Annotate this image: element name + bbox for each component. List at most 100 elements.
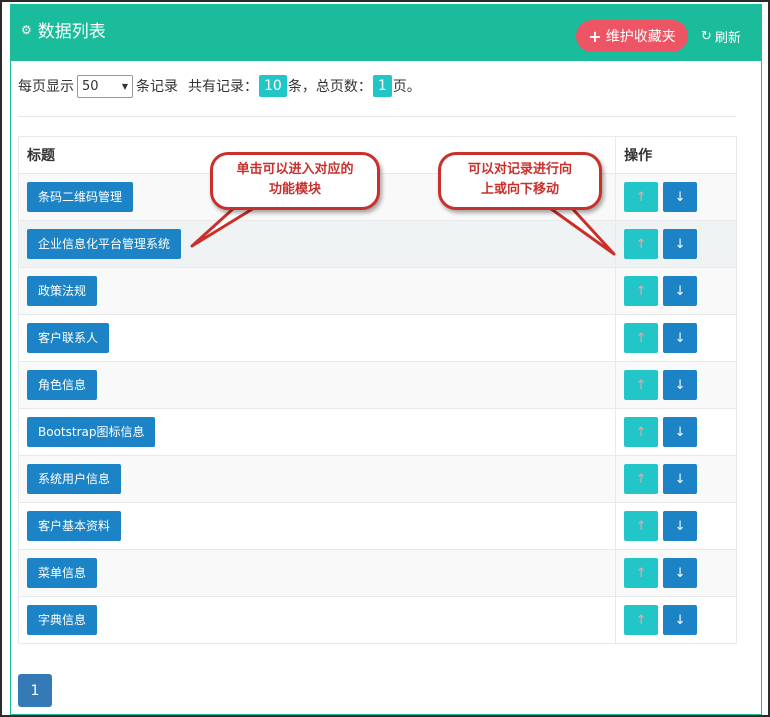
row-title-button[interactable]: 字典信息 [27,605,98,635]
arrow-down-icon: ↓ [674,283,686,299]
row-actions-cell: ↑ ↓ [615,314,737,362]
callout-left-line1: 单击可以进入对应的 [236,162,354,177]
move-down-button[interactable]: ↓ [663,276,698,306]
move-up-button[interactable]: ↑ [624,182,659,212]
row-actions-cell: ↑ ↓ [615,549,737,597]
arrow-up-icon: ↑ [635,424,647,440]
move-up-button[interactable]: ↑ [624,558,659,588]
row-actions-cell: ↑ ↓ [615,596,737,644]
per-page-suffix: 条记录 [136,79,178,95]
column-header-actions: 操作 [615,136,737,174]
move-up-button[interactable]: ↑ [624,370,659,400]
arrow-up-icon: ↑ [635,518,647,534]
table-row: 客户基本资料 ↑ ↓ [17,502,737,550]
callout-right-line1: 可以对记录进行向 [467,162,572,177]
chevron-down-icon: ▼ [121,81,128,91]
row-actions-cell: ↑ ↓ [615,502,737,550]
move-up-button[interactable]: ↑ [624,605,659,635]
move-down-button[interactable]: ↓ [663,370,698,400]
table-row: 字典信息 ↑ ↓ [17,596,737,644]
arrow-up-icon: ↑ [635,471,647,487]
move-up-button[interactable]: ↑ [624,417,659,447]
row-actions-cell: ↑ ↓ [615,361,737,409]
arrow-up-icon: ↑ [635,330,647,346]
refresh-label: 刷新 [714,31,741,46]
move-up-button[interactable]: ↑ [624,464,659,494]
row-title-cell: 政策法规 [17,267,617,315]
arrow-down-icon: ↓ [674,330,686,346]
move-down-button[interactable]: ↓ [663,229,698,259]
move-down-button[interactable]: ↓ [663,417,698,447]
row-title-cell: 菜单信息 [17,549,617,597]
pagination-page-1[interactable]: 1 [18,674,52,707]
row-title-button[interactable]: 企业信息化平台管理系统 [27,229,182,259]
move-up-button[interactable]: ↑ [624,511,659,541]
move-down-button[interactable]: ↓ [663,182,698,212]
plus-icon: + [588,26,602,46]
arrow-up-icon: ↑ [635,283,647,299]
arrow-down-icon: ↓ [674,518,686,534]
refresh-icon: ↻ [701,29,712,44]
row-title-cell: 字典信息 [17,596,617,644]
row-title-cell: 系统用户信息 [17,455,617,503]
callout-enter-module: 单击可以进入对应的 功能模块 [210,152,380,210]
total-count-badge: 10 [259,75,287,97]
arrow-up-icon: ↑ [635,189,647,205]
arrow-down-icon: ↓ [674,424,686,440]
window-frame: ⚙ 数据列表 + 维护收藏夹 ↻ 刷新 每页显示 50 ▼ 条记录 共有记录： … [0,0,770,717]
move-down-button[interactable]: ↓ [663,323,698,353]
row-title-cell: 客户联系人 [17,314,617,362]
row-title-button[interactable]: Bootstrap图标信息 [27,417,156,447]
arrow-up-icon: ↑ [635,377,647,393]
row-title-button[interactable]: 角色信息 [27,370,98,400]
move-up-button[interactable]: ↑ [624,323,659,353]
row-title-button[interactable]: 政策法规 [27,276,98,306]
move-up-button[interactable]: ↑ [624,276,659,306]
arrow-down-icon: ↓ [674,565,686,581]
refresh-button[interactable]: ↻ 刷新 [701,27,741,46]
callout-right-line2: 上或向下移动 [480,182,559,197]
panel-header: ⚙ 数据列表 + 维护收藏夹 ↻ 刷新 [11,5,761,61]
panel-title: ⚙ 数据列表 [21,17,106,42]
table-row: 系统用户信息 ↑ ↓ [17,455,737,503]
arrow-down-icon: ↓ [674,471,686,487]
arrow-down-icon: ↓ [674,377,686,393]
row-title-cell: 角色信息 [17,361,617,409]
row-title-cell: 客户基本资料 [17,502,617,550]
pages-suffix: 页。 [392,79,421,95]
list-toolbar: 每页显示 50 ▼ 条记录 共有记录： 10 条，总页数： 1 页。 [18,74,421,98]
table-row: 政策法规 ↑ ↓ [17,267,737,315]
table-row: 角色信息 ↑ ↓ [17,361,737,409]
row-title-cell: 企业信息化平台管理系统 [17,220,617,268]
row-actions-cell: ↑ ↓ [615,173,737,221]
row-title-button[interactable]: 客户基本资料 [27,511,122,541]
maintain-favorites-label: 维护收藏夹 [605,29,676,45]
divider [18,116,736,117]
per-page-select[interactable]: 50 ▼ [77,74,133,98]
row-title-button[interactable]: 系统用户信息 [27,464,122,494]
table-row: 菜单信息 ↑ ↓ [17,549,737,597]
pages-count-badge: 1 [372,75,392,97]
arrow-up-icon: ↑ [635,236,647,252]
row-actions-cell: ↑ ↓ [615,455,737,503]
move-down-button[interactable]: ↓ [663,558,698,588]
per-page-prefix: 每页显示 [18,79,74,95]
callout-left-line2: 功能模块 [268,182,321,197]
move-down-button[interactable]: ↓ [663,464,698,494]
maintain-favorites-button[interactable]: + 维护收藏夹 [576,20,688,52]
table-row: 客户联系人 ↑ ↓ [17,314,737,362]
row-actions-cell: ↑ ↓ [615,408,737,456]
arrow-down-icon: ↓ [674,236,686,252]
cogs-icon: ⚙ [21,22,32,37]
table-row: Bootstrap图标信息 ↑ ↓ [17,408,737,456]
move-up-button[interactable]: ↑ [624,229,659,259]
data-table: 标题 操作 条码二维码管理 ↑ ↓ 企业信息化平台管理系统 ↑ ↓ 政策法规 ↑ ↓ 客户联系人 ↑… [17,136,737,644]
row-title-button[interactable]: 菜单信息 [27,558,98,588]
arrow-up-icon: ↑ [635,565,647,581]
move-down-button[interactable]: ↓ [663,511,698,541]
table-row: 企业信息化平台管理系统 ↑ ↓ [17,220,737,268]
row-actions-cell: ↑ ↓ [615,220,737,268]
row-title-button[interactable]: 客户联系人 [27,323,110,353]
move-down-button[interactable]: ↓ [663,605,698,635]
row-title-button[interactable]: 条码二维码管理 [27,182,134,212]
